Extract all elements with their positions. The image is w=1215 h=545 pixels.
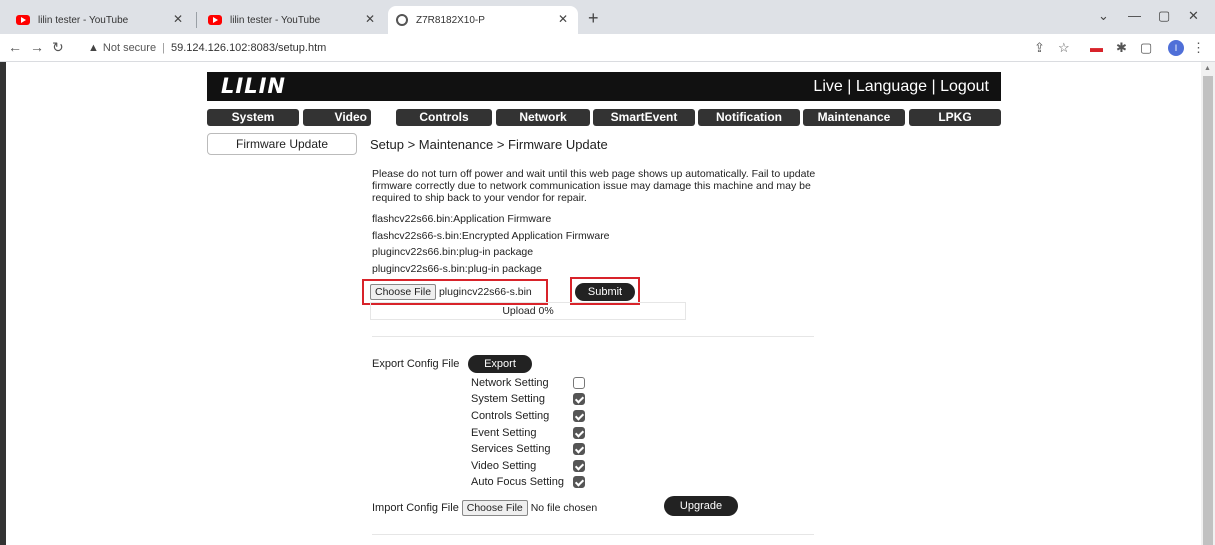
- new-tab-icon[interactable]: +: [588, 8, 599, 29]
- browser-tab-strip: lilin tester - YouTube ✕ lilin tester - …: [0, 0, 1215, 34]
- page-header: LILIN Live | Language | Logout: [207, 72, 1001, 101]
- header-links: Live | Language | Logout: [813, 78, 989, 95]
- firmware-file-desc: flashcv22s66-s.bin:Encrypted Application…: [372, 230, 610, 242]
- menu-lpkg[interactable]: LPKG: [909, 109, 1001, 126]
- browser-toolbar: ← → ↻ ▲ Not secure | 59.124.126.102:8083…: [0, 34, 1215, 62]
- close-icon[interactable]: ✕: [173, 12, 183, 26]
- controls-setting-checkbox[interactable]: [573, 410, 585, 422]
- profile-avatar[interactable]: I: [1168, 40, 1184, 56]
- chosen-file-name: No file chosen: [530, 502, 598, 514]
- services-setting-checkbox[interactable]: [573, 443, 585, 455]
- firmware-file-desc: plugincv22s66-s.bin:plug-in package: [372, 263, 542, 275]
- firmware-file-desc: flashcv22s66.bin:Application Firmware: [372, 213, 552, 225]
- forward-icon[interactable]: →: [30, 39, 44, 55]
- breadcrumb: Setup > Maintenance > Firmware Update: [370, 137, 608, 152]
- menu-maintenance[interactable]: Maintenance: [803, 109, 905, 126]
- main-menu: System Video Controls Network SmartEvent…: [207, 109, 1001, 126]
- import-config-row: Import Config File Choose File No file c…: [372, 500, 597, 516]
- setting-label: Auto Focus Setting: [471, 476, 564, 488]
- scrollbar[interactable]: ▲: [1201, 62, 1215, 545]
- menu-smartevent[interactable]: SmartEvent: [593, 109, 695, 126]
- event-setting-checkbox[interactable]: [573, 427, 585, 439]
- puzzle-icon[interactable]: ✱: [1116, 40, 1127, 56]
- sidebar-item-firmware-update[interactable]: Firmware Update: [207, 133, 357, 155]
- live-link[interactable]: Live: [813, 78, 842, 95]
- close-icon[interactable]: ✕: [558, 12, 568, 26]
- setting-label: System Setting: [471, 393, 545, 405]
- scrollbar-thumb[interactable]: [1203, 76, 1213, 545]
- share-icon[interactable]: ⇪: [1034, 40, 1045, 56]
- address-bar[interactable]: ▲ Not secure | 59.124.126.102:8083/setup…: [88, 37, 1033, 59]
- firmware-warning: Please do not turn off power and wait un…: [372, 168, 816, 204]
- firmware-file-desc: plugincv22s66.bin:plug-in package: [372, 246, 534, 258]
- kebab-menu-icon[interactable]: ⋮: [1192, 40, 1205, 56]
- chosen-file-name: plugincv22s66-s.bin: [438, 286, 532, 298]
- menu-network[interactable]: Network: [496, 109, 590, 126]
- system-setting-checkbox[interactable]: [573, 393, 585, 405]
- side-panel-icon[interactable]: ▢: [1140, 40, 1152, 56]
- close-window-icon[interactable]: ✕: [1188, 8, 1199, 24]
- globe-icon: [396, 14, 408, 26]
- divider: [372, 336, 814, 337]
- tab-title: Z7R8182X10-P: [416, 14, 485, 26]
- tab-title: lilin tester - YouTube: [38, 14, 129, 26]
- url-text: 59.124.126.102:8083/setup.htm: [170, 42, 327, 54]
- export-config-label: Export Config File: [372, 358, 460, 370]
- minimize-icon[interactable]: —: [1128, 8, 1141, 23]
- setting-label: Video Setting: [471, 460, 537, 472]
- divider: [372, 534, 814, 535]
- browser-tab-1[interactable]: lilin tester - YouTube ✕: [8, 6, 193, 34]
- security-label: Not secure: [102, 42, 157, 54]
- reload-icon[interactable]: ↻: [52, 39, 64, 56]
- menu-system[interactable]: System: [207, 109, 299, 126]
- import-config-label: Import Config File: [372, 502, 459, 514]
- setting-label: Event Setting: [471, 427, 537, 439]
- choose-file-button[interactable]: Choose File: [461, 500, 528, 516]
- scroll-up-icon[interactable]: ▲: [1204, 65, 1211, 72]
- video-setting-checkbox[interactable]: [573, 460, 585, 472]
- youtube-icon: [16, 15, 30, 25]
- browser-tab-3[interactable]: Z7R8182X10-P ✕: [388, 6, 578, 34]
- firmware-file-picker[interactable]: Choose File plugincv22s66-s.bin: [370, 284, 532, 300]
- close-icon[interactable]: ✕: [365, 12, 375, 26]
- logout-link[interactable]: Logout: [940, 78, 989, 95]
- menu-notification[interactable]: Notification: [698, 109, 800, 126]
- restore-icon[interactable]: ▢: [1158, 8, 1170, 24]
- browser-tab-2[interactable]: lilin tester - YouTube ✕: [200, 6, 385, 34]
- warning-icon[interactable]: ▲: [88, 42, 99, 54]
- language-link[interactable]: Language: [856, 78, 927, 95]
- submit-button[interactable]: Submit: [575, 283, 635, 301]
- left-edge: [0, 62, 6, 545]
- setting-label: Network Setting: [471, 377, 549, 389]
- auto-focus-setting-checkbox[interactable]: [573, 476, 585, 488]
- back-icon[interactable]: ←: [8, 39, 22, 55]
- setting-label: Services Setting: [471, 443, 551, 455]
- export-button[interactable]: Export: [468, 355, 532, 373]
- choose-file-button[interactable]: Choose File: [370, 284, 437, 300]
- network-setting-checkbox[interactable]: [573, 377, 585, 389]
- youtube-icon: [208, 15, 222, 25]
- upload-progress: Upload 0%: [370, 302, 686, 320]
- upgrade-button[interactable]: Upgrade: [664, 496, 738, 516]
- extension-icon[interactable]: ▬: [1090, 40, 1103, 55]
- menu-video[interactable]: Video: [303, 109, 371, 126]
- lilin-logo: LILIN: [221, 74, 286, 98]
- menu-controls[interactable]: Controls: [396, 109, 492, 126]
- bookmark-star-icon[interactable]: ☆: [1058, 40, 1070, 56]
- setting-label: Controls Setting: [471, 410, 550, 422]
- chevron-down-icon[interactable]: ⌄: [1098, 8, 1109, 24]
- tab-title: lilin tester - YouTube: [230, 14, 321, 26]
